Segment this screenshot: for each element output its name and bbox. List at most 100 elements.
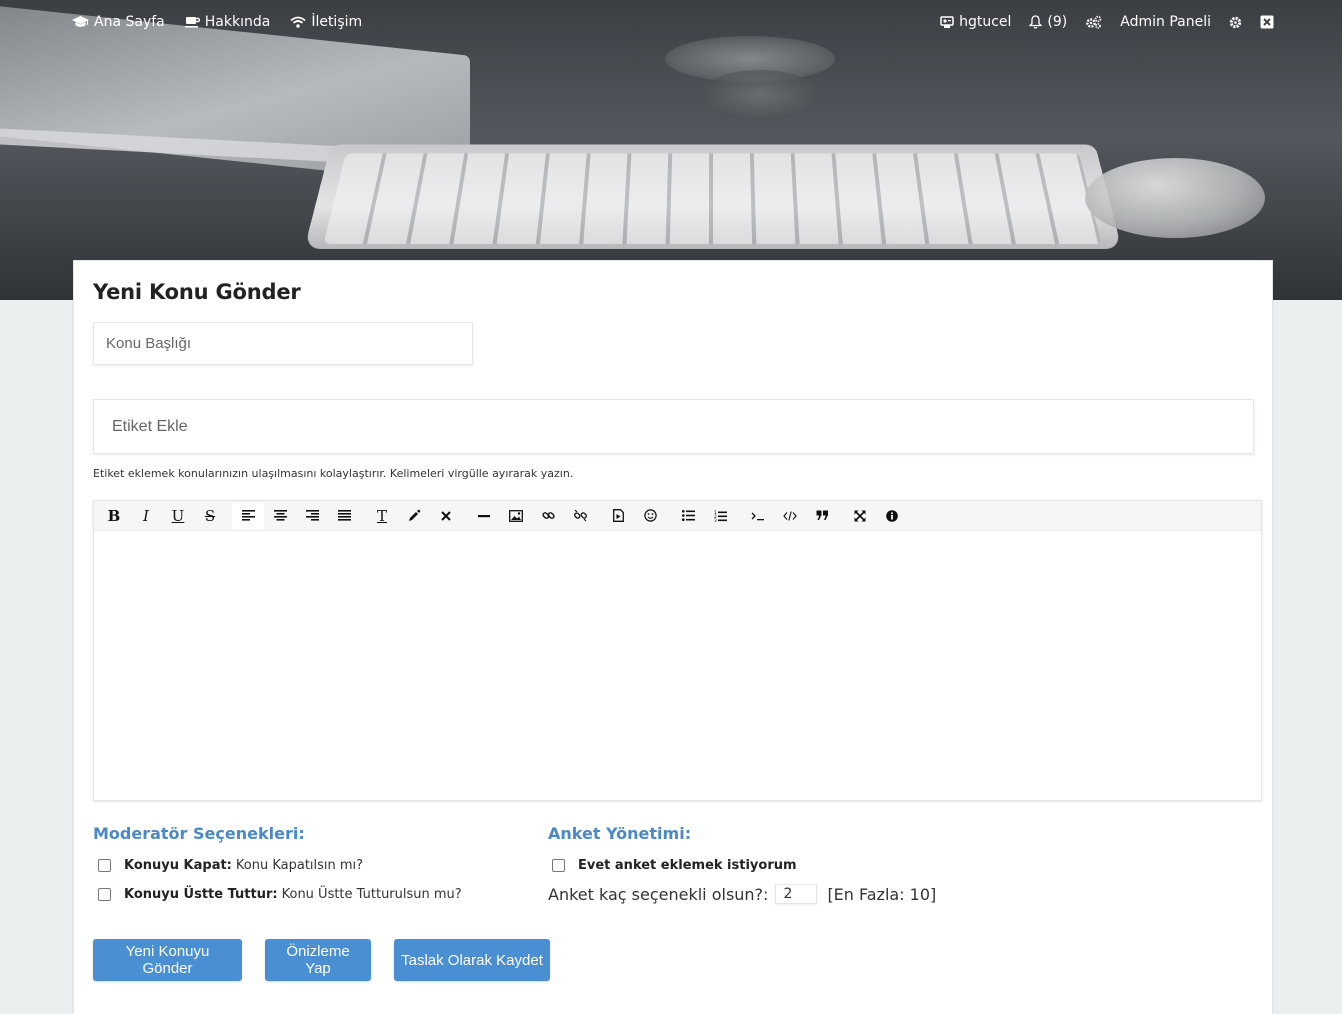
preview-button[interactable]: Önizleme Yap xyxy=(265,939,371,981)
nav-right: hgtucel (9) Admin Paneli xyxy=(940,14,1274,30)
bell-icon xyxy=(1029,15,1042,29)
link-button[interactable] xyxy=(532,503,564,529)
moderator-options-heading: Moderatör Seçenekleri: xyxy=(93,824,305,843)
bullet-list-icon xyxy=(682,510,695,521)
nav-about-label: Hakkında xyxy=(205,14,271,30)
save-draft-button[interactable]: Taslak Olarak Kaydet xyxy=(394,939,550,981)
emoticon-button[interactable] xyxy=(634,503,666,529)
poll-option-count: Anket kaç seçenekli olsun?: [En Fazla: 1… xyxy=(548,884,936,904)
nav-admin-link[interactable]: Admin Paneli xyxy=(1120,14,1211,30)
nav-contact-link[interactable]: İletişim xyxy=(290,14,362,30)
align-left-icon xyxy=(242,510,255,521)
align-center-icon xyxy=(274,510,287,521)
nav-admin-label: Admin Paneli xyxy=(1120,14,1211,30)
nav-gear-link[interactable] xyxy=(1229,16,1242,29)
pin-topic-label: Konuyu Üstte Tuttur: xyxy=(124,887,278,902)
bold-button[interactable]: B xyxy=(98,503,130,529)
enable-poll-option[interactable]: Evet anket eklemek istiyorum xyxy=(552,858,801,873)
submit-topic-button[interactable]: Yeni Konuyu Gönder xyxy=(93,939,242,981)
source-button[interactable] xyxy=(774,503,806,529)
nav-notifications-count: (9) xyxy=(1047,14,1067,30)
close-topic-checkbox[interactable] xyxy=(98,859,111,872)
image-button[interactable] xyxy=(500,503,532,529)
about-button[interactable] xyxy=(876,503,908,529)
terminal-icon xyxy=(751,511,765,521)
expand-icon xyxy=(854,510,866,522)
nav-home-link[interactable]: Ana Sayfa xyxy=(72,14,165,30)
bold-icon: B xyxy=(108,507,121,525)
strikethrough-button[interactable]: S xyxy=(194,503,226,529)
close-topic-label: Konuyu Kapat: xyxy=(124,858,232,873)
code-button[interactable] xyxy=(742,503,774,529)
enable-poll-checkbox[interactable] xyxy=(552,859,565,872)
editor-toolbar: B I U S T 1 2 3 xyxy=(94,501,1261,531)
poll-count-input[interactable] xyxy=(775,884,817,904)
close-square-icon xyxy=(1260,15,1274,29)
unlink-icon xyxy=(574,509,587,522)
color-button[interactable] xyxy=(398,503,430,529)
align-center-button[interactable] xyxy=(264,503,296,529)
top-navigation: Ana Sayfa Hakkında İletişim hgtucel (9) … xyxy=(0,0,1342,44)
nav-home-label: Ana Sayfa xyxy=(94,14,165,30)
font-size-button[interactable]: T xyxy=(366,503,398,529)
content-editor: B I U S T 1 2 3 xyxy=(93,500,1262,801)
horizontal-rule-icon xyxy=(478,514,490,518)
page-title: Yeni Konu Gönder xyxy=(93,280,301,304)
remove-format-button[interactable] xyxy=(430,503,462,529)
nav-user-link[interactable]: hgtucel xyxy=(940,14,1011,30)
underline-icon: U xyxy=(172,507,185,525)
quote-button[interactable] xyxy=(806,503,838,529)
pin-topic-description: Konu Üstte Tutturulsun mu? xyxy=(282,887,462,902)
wifi-icon xyxy=(290,16,306,28)
bullet-list-button[interactable] xyxy=(672,503,704,529)
poll-max-label: [En Fazla: 10] xyxy=(827,885,936,904)
topic-title-input[interactable] xyxy=(93,322,473,365)
link-icon xyxy=(542,509,555,522)
underline-button[interactable]: U xyxy=(162,503,194,529)
poll-count-label: Anket kaç seçenekli olsun?: xyxy=(548,885,768,904)
keyboard-keys-image xyxy=(324,154,1102,244)
maximize-button[interactable] xyxy=(844,503,876,529)
align-justify-button[interactable] xyxy=(328,503,360,529)
image-icon xyxy=(509,510,523,522)
tags-input[interactable] xyxy=(93,399,1254,454)
strikethrough-icon: S xyxy=(205,507,215,525)
user-card-icon xyxy=(940,15,954,29)
horizontal-rule-button[interactable] xyxy=(468,503,500,529)
svg-text:3: 3 xyxy=(714,518,717,522)
smile-icon xyxy=(644,509,657,522)
eyedropper-icon xyxy=(408,509,421,522)
italic-icon: I xyxy=(143,507,149,525)
enable-poll-label: Evet anket eklemek istiyorum xyxy=(578,858,797,873)
cogs-icon xyxy=(1085,15,1102,29)
video-button[interactable] xyxy=(602,503,634,529)
mouse-image xyxy=(1085,158,1265,238)
hero-background xyxy=(0,0,1342,300)
close-topic-option[interactable]: Konuyu Kapat: Konu Kapatılsın mı? xyxy=(98,858,363,873)
pin-topic-option[interactable]: Konuyu Üstte Tuttur: Konu Üstte Tutturul… xyxy=(98,887,462,902)
align-right-button[interactable] xyxy=(296,503,328,529)
numbered-list-button[interactable]: 123 xyxy=(704,503,736,529)
quote-icon xyxy=(816,510,829,521)
editor-content-area[interactable] xyxy=(94,531,1261,800)
close-topic-description: Konu Kapatılsın mı? xyxy=(236,858,363,873)
nav-notifications-link[interactable]: (9) xyxy=(1029,14,1067,30)
close-icon xyxy=(441,511,451,521)
tags-help-text: Etiket eklemek konularınızın ulaşılmasın… xyxy=(93,467,573,480)
nav-left: Ana Sayfa Hakkında İletişim xyxy=(72,14,362,30)
code-icon xyxy=(783,511,797,521)
pin-topic-checkbox[interactable] xyxy=(98,888,111,901)
numbered-list-icon: 123 xyxy=(714,510,727,522)
coffee-icon xyxy=(185,16,200,28)
unlink-button[interactable] xyxy=(564,503,596,529)
nav-user-label: hgtucel xyxy=(959,14,1011,30)
nav-about-link[interactable]: Hakkında xyxy=(185,14,271,30)
nav-settings-link[interactable] xyxy=(1085,15,1102,29)
align-justify-icon xyxy=(338,510,351,521)
italic-button[interactable]: I xyxy=(130,503,162,529)
align-left-button[interactable] xyxy=(232,503,264,529)
graduation-cap-icon xyxy=(72,16,89,28)
cup-shadow-image xyxy=(700,70,820,120)
new-topic-card: Yeni Konu Gönder Etiket eklemek konuları… xyxy=(73,260,1273,1014)
nav-logout-link[interactable] xyxy=(1260,15,1274,29)
